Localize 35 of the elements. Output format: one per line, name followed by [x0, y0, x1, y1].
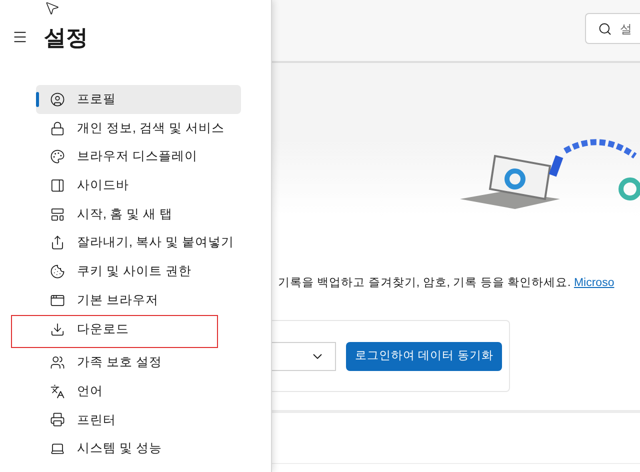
lock-icon [50, 120, 65, 136]
selection-indicator [36, 92, 39, 107]
nav-item[interactable]: 개인 정보, 검색 및 서비스 [36, 114, 241, 142]
printer-icon [50, 412, 65, 428]
menu-icon [12, 29, 28, 45]
cookie-icon [50, 264, 65, 279]
share-icon [50, 235, 65, 250]
layout-icon [50, 206, 65, 222]
profile-icon [50, 92, 65, 107]
nav-item[interactable]: 잘라내기, 복사 및 붙여넣기 [36, 228, 241, 258]
nav-item[interactable]: 시스템 및 성능 [36, 434, 241, 463]
nav-item[interactable]: 다운로드 [36, 316, 217, 344]
palette-icon [50, 149, 65, 164]
window-icon [50, 292, 65, 308]
page-title: 설정 [44, 24, 88, 52]
nav-item[interactable]: 기본 브라우저 [36, 286, 241, 314]
language-icon [50, 384, 65, 399]
nav-item[interactable]: 프로필 [36, 85, 241, 114]
sidebar-icon [50, 178, 65, 193]
nav-item[interactable]: 브라우저 디스플레이 [36, 142, 241, 172]
nav-item[interactable]: 시작, 홈 및 새 탭 [36, 200, 241, 228]
search-placeholder: 설 [620, 20, 632, 38]
nav-item[interactable]: 프린터 [36, 406, 241, 434]
nav-item[interactable]: 사이드바 [36, 171, 241, 200]
people-icon [50, 355, 65, 370]
microsoft-link[interactable]: Microso [574, 277, 614, 289]
download-icon [50, 322, 65, 338]
search-field[interactable]: 설 [585, 13, 640, 44]
nav-item[interactable]: 쿠키 및 사이트 권한 [36, 257, 241, 286]
nav-item[interactable]: 언어 [36, 376, 241, 406]
laptop-icon [50, 441, 65, 456]
search-icon [598, 22, 612, 36]
sync-description: 기록을 백업하고 즐겨찾기, 암호, 기록 등을 확인하세요. [278, 277, 571, 289]
nav-item[interactable]: 가족 보호 설정 [36, 348, 241, 377]
sign-in-sync-button[interactable]: 로그인하여 데이터 동기화 [346, 342, 502, 371]
